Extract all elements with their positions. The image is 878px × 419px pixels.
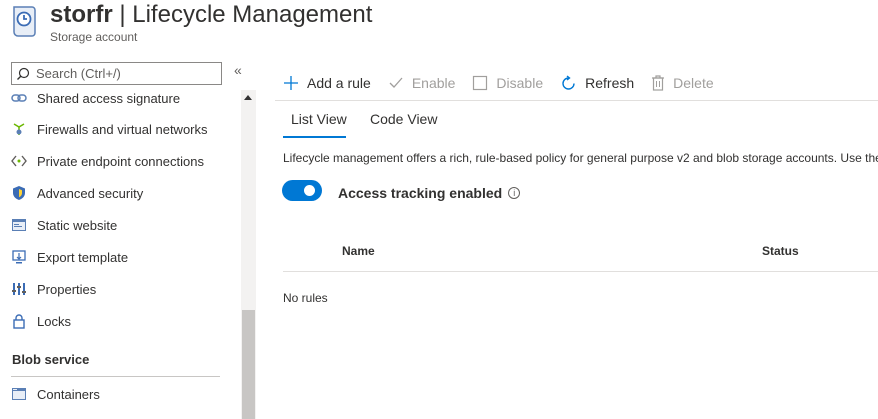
sidebar-item-firewalls[interactable]: Firewalls and virtual networks <box>0 114 240 144</box>
sidebar-item-label: Containers <box>37 386 100 402</box>
search-icon <box>17 67 30 80</box>
firewall-icon <box>11 121 27 137</box>
storage-account-icon <box>10 5 40 37</box>
scroll-thumb[interactable] <box>242 310 255 419</box>
access-tracking-text: Access tracking enabled <box>338 185 503 201</box>
sidebar-scrollbar[interactable] <box>241 90 256 419</box>
disable-label: Disable <box>496 75 544 91</box>
active-tab-indicator <box>283 136 346 138</box>
column-header-status[interactable]: Status <box>762 244 799 258</box>
tab-code-view[interactable]: Code View <box>370 111 437 127</box>
sidebar-item-properties[interactable]: Properties <box>0 274 240 304</box>
properties-icon <box>11 281 27 297</box>
search-placeholder: Search (Ctrl+/) <box>36 66 121 81</box>
sidebar-item-static-website[interactable]: Static website <box>0 210 240 240</box>
resource-type: Storage account <box>50 30 138 44</box>
sidebar-item-label: Private endpoint connections <box>37 153 204 169</box>
sidebar-item-private-endpoints[interactable]: Private endpoint connections <box>0 146 240 176</box>
empty-state-text: No rules <box>283 291 328 305</box>
shield-icon <box>11 185 27 201</box>
sidebar-item-label: Locks <box>37 313 71 329</box>
column-header-name[interactable]: Name <box>342 244 375 258</box>
command-bar: Add a rule Enable Disable Refresh Delete <box>283 70 731 96</box>
description-text: Lifecycle management offers a rich, rule… <box>283 151 878 165</box>
nav-divider <box>11 376 220 377</box>
blade-title: Lifecycle Management <box>132 1 373 28</box>
trash-icon <box>652 75 665 91</box>
enable-label: Enable <box>411 75 456 91</box>
enable-button[interactable]: Enable <box>388 75 456 91</box>
nav-group-blob-service: Blob service <box>12 352 90 367</box>
containers-icon <box>11 386 27 402</box>
sidebar-item-export-template[interactable]: Export template <box>0 242 240 272</box>
scroll-up-arrow-icon[interactable] <box>244 95 252 100</box>
title-separator: | <box>112 1 133 28</box>
sidebar-item-label: Export template <box>37 249 129 265</box>
link-icon <box>11 90 27 106</box>
access-tracking-toggle[interactable] <box>282 180 322 201</box>
toggle-knob <box>304 185 315 196</box>
sidebar-item-containers[interactable]: Containers <box>0 379 240 409</box>
sidebar-item-locks[interactable]: Locks <box>0 306 240 336</box>
collapse-sidebar-button[interactable]: « <box>234 62 242 78</box>
lock-icon <box>11 313 27 329</box>
sidebar-item-label: Advanced security <box>37 185 144 201</box>
sidebar-item-label: Firewalls and virtual networks <box>37 121 208 137</box>
refresh-button[interactable]: Refresh <box>560 74 635 92</box>
tab-list-view[interactable]: List View <box>291 111 347 127</box>
table-header-divider <box>283 271 878 272</box>
sidebar-search-input[interactable]: Search (Ctrl+/) <box>11 62 222 85</box>
add-rule-button[interactable]: Add a rule <box>283 75 371 91</box>
checkmark-icon <box>389 77 403 88</box>
disable-button[interactable]: Disable <box>472 75 543 91</box>
sidebar-item-label: Static website <box>37 217 118 233</box>
delete-label: Delete <box>673 75 714 91</box>
endpoint-icon <box>11 153 27 169</box>
refresh-label: Refresh <box>585 75 635 91</box>
access-tracking-label: Access tracking enabled i <box>338 185 521 201</box>
sidebar-item-label: Shared access signature <box>37 90 181 106</box>
refresh-icon <box>562 74 575 90</box>
add-rule-label: Add a rule <box>307 75 371 91</box>
checkbox-icon <box>473 75 488 91</box>
resource-name: storfr <box>50 1 113 28</box>
website-icon <box>11 217 27 233</box>
delete-button[interactable]: Delete <box>651 75 714 91</box>
sidebar-item-label: Properties <box>37 281 97 297</box>
command-bar-divider <box>275 100 878 101</box>
sidebar-item-shared-access-signature[interactable]: Shared access signature <box>0 86 240 113</box>
sidebar-item-advanced-security[interactable]: Advanced security <box>0 178 240 208</box>
page-title: storfr | Lifecycle Management <box>50 0 372 30</box>
info-icon[interactable]: i <box>508 187 521 199</box>
plus-icon <box>284 76 298 90</box>
export-icon <box>11 249 27 265</box>
sidebar-nav: Shared access signature Firewalls and vi… <box>0 86 240 419</box>
